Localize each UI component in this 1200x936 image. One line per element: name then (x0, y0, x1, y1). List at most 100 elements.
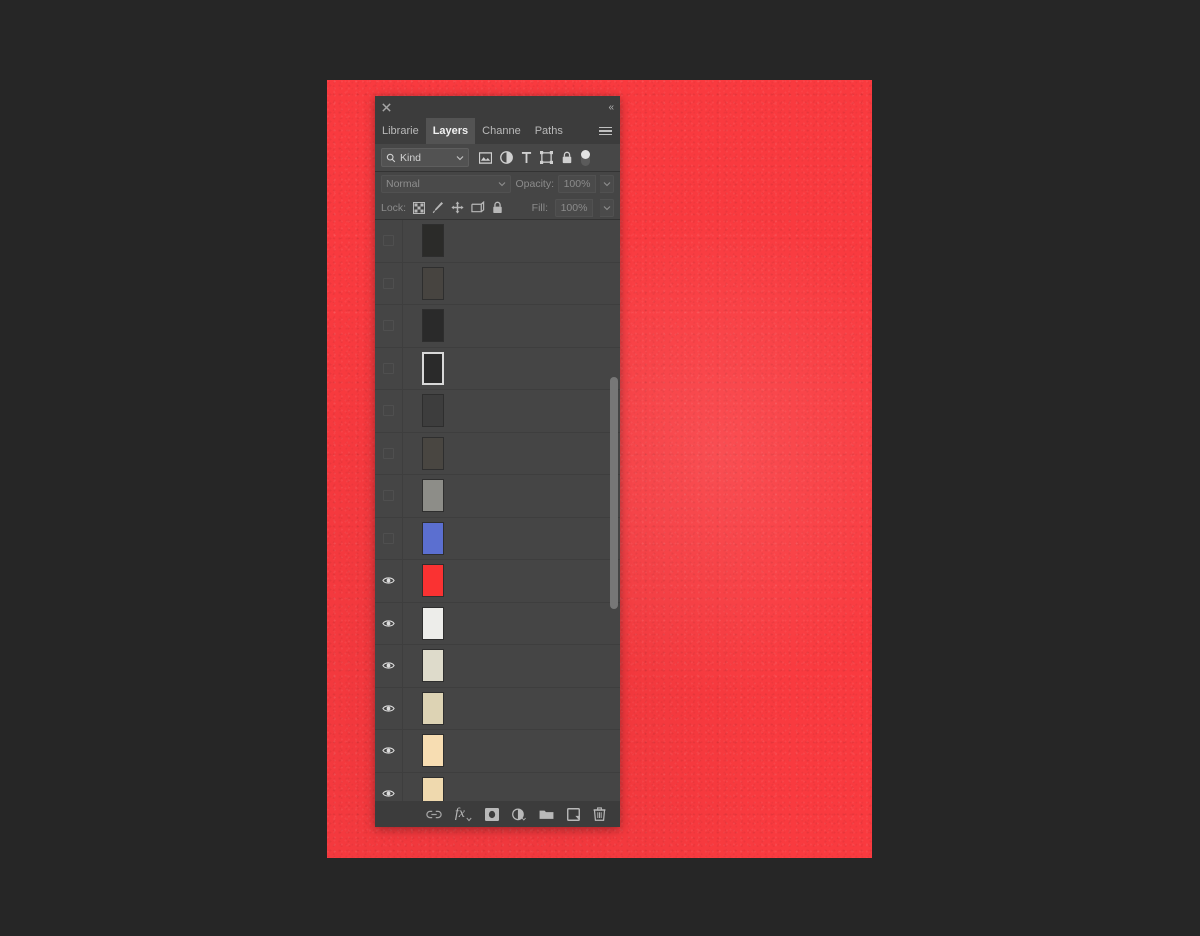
smart-object-filter-icon[interactable] (561, 151, 573, 164)
layer-name-cell[interactable] (463, 433, 620, 475)
pixel-layer-filter-icon[interactable] (479, 151, 492, 164)
fill-stepper[interactable] (600, 198, 614, 217)
lock-all-icon[interactable] (492, 201, 503, 214)
layer-thumbnail[interactable] (422, 479, 444, 513)
layer-visibility-eye-icon[interactable] (375, 602, 403, 644)
layer-row[interactable] (375, 475, 620, 518)
layer-thumbnail[interactable] (422, 394, 444, 428)
layer-visibility-off-icon[interactable] (375, 347, 403, 389)
panel-menu-button[interactable] (591, 118, 620, 144)
layer-list-scrollbar[interactable] (610, 220, 618, 801)
lock-transparent-pixels-icon[interactable] (413, 201, 426, 214)
collapse-panel-icon[interactable]: « (608, 102, 613, 113)
layer-thumbnail[interactable] (422, 436, 444, 470)
eye-off-box (383, 532, 394, 544)
layer-visibility-eye-icon[interactable] (375, 687, 403, 729)
tab-libraries[interactable]: Librarie (375, 118, 426, 144)
layer-name-cell[interactable] (463, 348, 620, 390)
layer-thumbnail-cell (403, 688, 463, 730)
layer-row[interactable] (375, 262, 620, 305)
panel-tab-strip: Librarie Layers Channe Paths (375, 118, 620, 144)
layer-row[interactable] (375, 517, 620, 560)
layer-thumbnail[interactable] (422, 309, 444, 343)
layer-thumbnail[interactable] (422, 734, 444, 768)
layer-row[interactable] (375, 305, 620, 348)
layer-row[interactable] (375, 432, 620, 475)
layer-visibility-eye-icon[interactable] (375, 730, 403, 772)
lock-position-icon[interactable] (451, 201, 464, 214)
layer-thumbnail[interactable] (422, 224, 444, 258)
layer-list[interactable] (375, 220, 620, 801)
layer-row[interactable] (375, 687, 620, 730)
fill-input[interactable]: 100% (555, 198, 593, 217)
link-layers-icon[interactable] (426, 809, 442, 820)
hamburger-menu-icon (599, 125, 612, 138)
shape-layer-filter-icon[interactable] (540, 151, 553, 164)
layer-name-cell[interactable] (463, 730, 620, 772)
layer-visibility-off-icon[interactable] (375, 475, 403, 517)
layer-visibility-off-icon[interactable] (375, 432, 403, 474)
layer-name-cell[interactable] (463, 390, 620, 432)
layer-thumbnail[interactable] (422, 521, 444, 555)
layer-style-fx-icon[interactable]: fx (455, 806, 472, 822)
fill-label: Fill: (531, 201, 548, 214)
layer-row[interactable] (375, 645, 620, 688)
new-group-folder-icon[interactable] (539, 808, 554, 820)
blend-mode-select[interactable]: Normal (381, 175, 512, 193)
layer-thumbnail[interactable] (422, 691, 444, 725)
layer-name-cell[interactable] (463, 263, 620, 305)
layer-thumbnail[interactable] (422, 266, 444, 300)
layer-row[interactable] (375, 772, 620, 802)
scrollbar-thumb[interactable] (610, 376, 618, 610)
eye-off-box (383, 405, 394, 417)
layer-row[interactable] (375, 602, 620, 645)
layer-thumbnail-cell (403, 773, 463, 801)
layer-name-cell[interactable] (463, 603, 620, 645)
opacity-input[interactable]: 100% (558, 175, 596, 193)
layer-row[interactable] (375, 220, 620, 263)
layer-row[interactable] (375, 560, 620, 603)
filter-enable-toggle[interactable] (581, 149, 590, 166)
new-adjustment-layer-icon[interactable] (512, 807, 526, 821)
layer-thumbnail[interactable] (422, 351, 444, 385)
layer-visibility-eye-icon[interactable] (375, 560, 403, 602)
layer-name-cell[interactable] (463, 305, 620, 347)
filter-type-icons (479, 151, 573, 164)
layer-name-cell[interactable] (463, 475, 620, 517)
add-layer-mask-icon[interactable] (485, 807, 499, 821)
layer-visibility-off-icon[interactable] (375, 305, 403, 347)
tab-paths[interactable]: Paths (527, 118, 570, 144)
layer-row[interactable] (375, 347, 620, 390)
layer-visibility-eye-icon[interactable] (375, 645, 403, 687)
layer-visibility-off-icon[interactable] (375, 220, 403, 262)
new-layer-icon[interactable] (567, 807, 580, 821)
tab-channels[interactable]: Channe (475, 118, 528, 144)
adjustment-layer-filter-icon[interactable] (500, 151, 513, 164)
layer-name-cell[interactable] (463, 688, 620, 730)
layer-visibility-off-icon[interactable] (375, 517, 403, 559)
layer-thumbnail[interactable] (422, 564, 444, 598)
layer-visibility-off-icon[interactable] (375, 262, 403, 304)
layer-name-cell[interactable] (463, 518, 620, 560)
layer-row[interactable] (375, 730, 620, 773)
close-icon[interactable] (381, 102, 392, 113)
layer-visibility-off-icon[interactable] (375, 390, 403, 432)
layer-name-cell[interactable] (463, 645, 620, 687)
layer-visibility-eye-icon[interactable] (375, 772, 403, 801)
layer-thumbnail[interactable] (422, 606, 444, 640)
layer-name-cell[interactable] (463, 560, 620, 602)
layer-name-cell[interactable] (463, 773, 620, 802)
lock-image-pixels-icon[interactable] (432, 201, 444, 214)
layer-row[interactable] (375, 390, 620, 433)
layer-name-cell[interactable] (463, 220, 620, 262)
type-layer-filter-icon[interactable] (521, 151, 532, 164)
tab-layers[interactable]: Layers (425, 118, 476, 144)
lock-artboard-nesting-icon[interactable] (471, 201, 485, 214)
fill-value: 100% (560, 201, 588, 214)
opacity-stepper[interactable] (600, 175, 614, 193)
layer-thumbnail[interactable] (422, 776, 444, 801)
delete-layer-trash-icon[interactable] (593, 807, 606, 821)
filter-kind-select[interactable]: Kind (381, 148, 469, 167)
search-icon (386, 153, 396, 162)
layer-thumbnail[interactable] (422, 649, 444, 683)
